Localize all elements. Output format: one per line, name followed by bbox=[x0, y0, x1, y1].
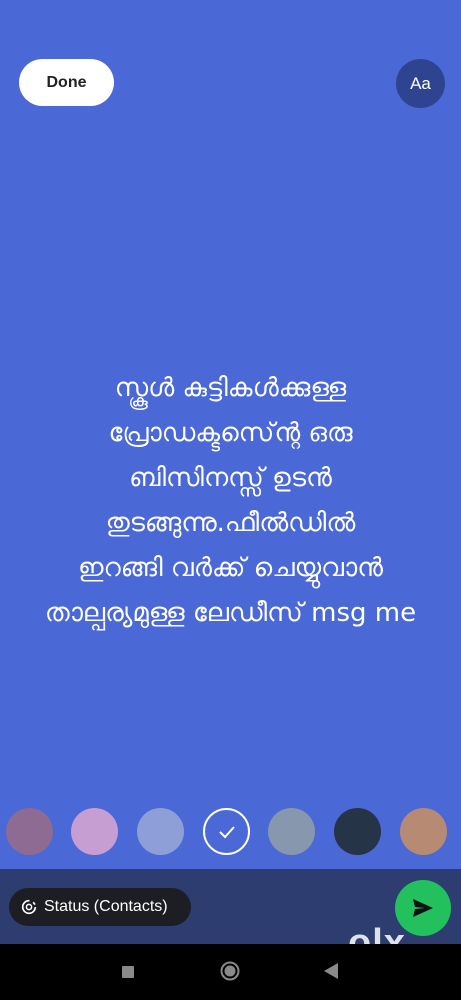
done-button[interactable]: Done bbox=[19, 59, 114, 106]
checkmark-icon bbox=[218, 825, 235, 838]
font-style-label: Aa bbox=[410, 73, 431, 93]
send-icon bbox=[413, 899, 433, 917]
color-swatch[interactable] bbox=[400, 808, 447, 855]
recents-icon[interactable] bbox=[122, 966, 134, 978]
color-swatch[interactable] bbox=[137, 808, 184, 855]
color-swatch[interactable] bbox=[6, 808, 53, 855]
audience-button[interactable]: Status (Contacts) bbox=[9, 888, 191, 926]
color-swatch[interactable] bbox=[71, 808, 118, 855]
font-style-button[interactable]: Aa bbox=[396, 59, 445, 108]
color-swatch[interactable] bbox=[268, 808, 315, 855]
status-text[interactable]: സ്കൂൾ കുട്ടികൾക്കുള്ള പ്രോഡക്ടസ്ന്റെ ഒരു… bbox=[0, 366, 461, 636]
home-icon[interactable] bbox=[220, 961, 240, 981]
audience-label: Status (Contacts) bbox=[44, 898, 168, 915]
color-swatch[interactable] bbox=[334, 808, 381, 855]
color-palette bbox=[0, 808, 461, 856]
color-swatch[interactable] bbox=[203, 808, 250, 855]
status-ring-icon bbox=[21, 899, 37, 915]
back-icon[interactable] bbox=[324, 963, 338, 979]
